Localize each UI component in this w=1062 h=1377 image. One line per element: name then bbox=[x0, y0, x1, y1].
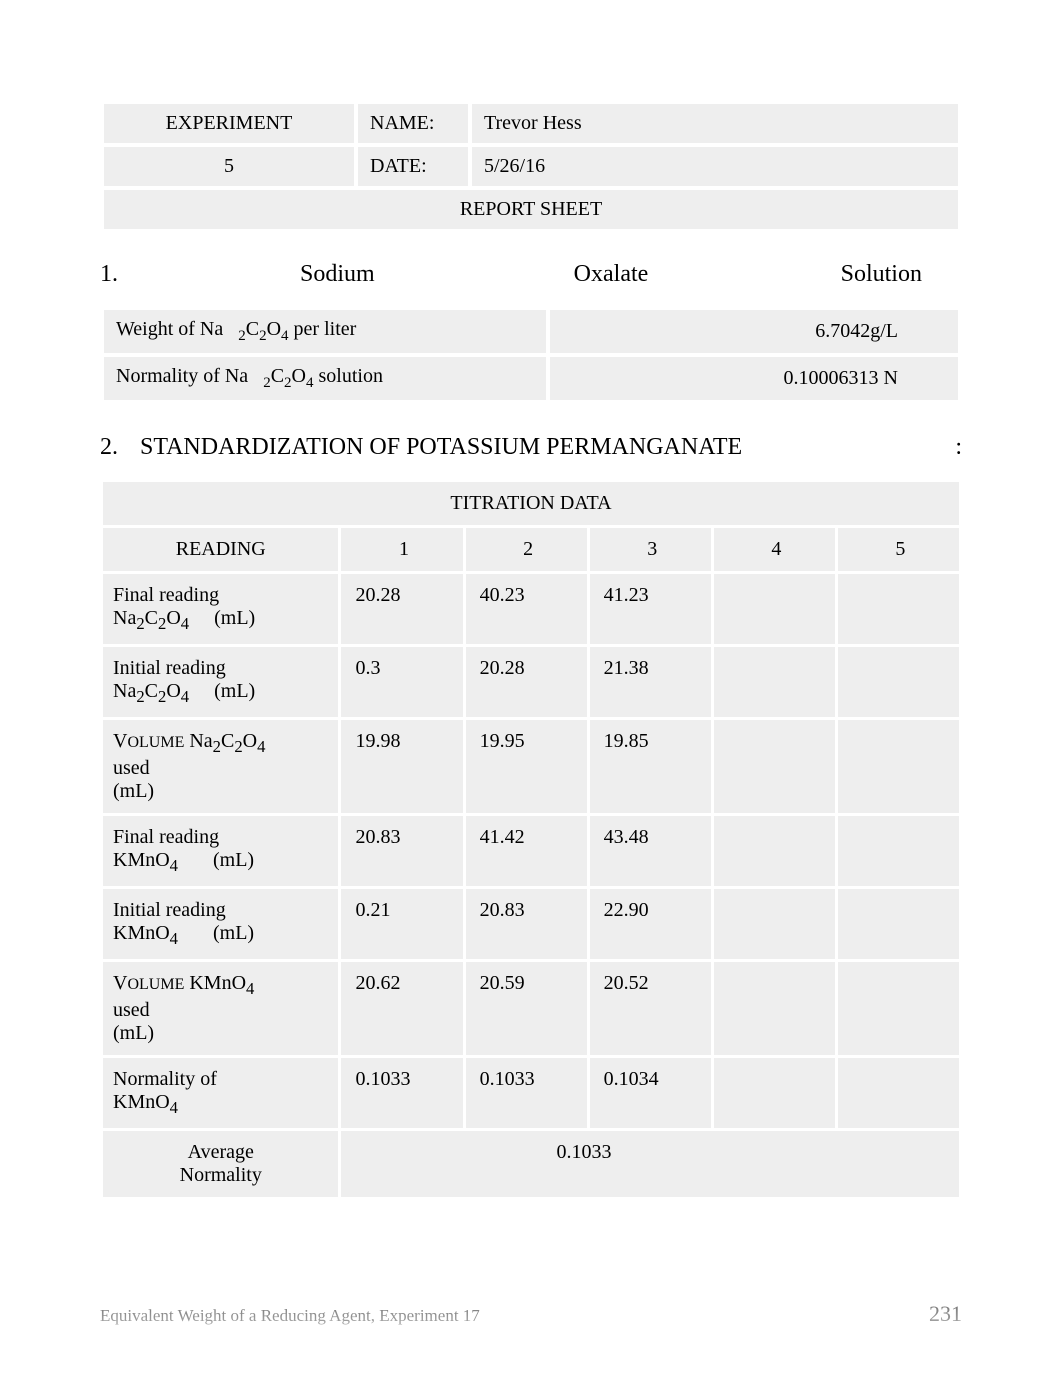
section2-number: 2. bbox=[100, 434, 140, 461]
section1-row-label: Normality of Na 2C2O4 solution bbox=[104, 357, 546, 400]
titration-cell: 19.98 bbox=[341, 720, 462, 813]
titration-cell: 41.23 bbox=[590, 574, 711, 644]
average-normality-label: AverageNormality bbox=[103, 1131, 338, 1197]
footer-left: Equivalent Weight of a Reducing Agent, E… bbox=[100, 1306, 480, 1326]
titration-cell: 21.38 bbox=[590, 647, 711, 717]
titration-row-label: Initial readingKMnO4 (mL) bbox=[103, 889, 338, 959]
page-number: 231 bbox=[929, 1301, 962, 1327]
titration-cell: 20.28 bbox=[341, 574, 462, 644]
section2-colon: : bbox=[942, 434, 962, 461]
header-table: EXPERIMENT NAME: Trevor Hess 5 DATE: 5/2… bbox=[100, 100, 962, 233]
titration-cell bbox=[838, 574, 959, 644]
titration-cell bbox=[714, 1058, 835, 1128]
titration-cell bbox=[838, 889, 959, 959]
titration-row-label: Final readingKMnO4 (mL) bbox=[103, 816, 338, 886]
section2-title: STANDARDIZATION OF POTASSIUM PERMANGANAT… bbox=[140, 434, 942, 461]
titration-cell: 22.90 bbox=[590, 889, 711, 959]
section1-row-value: 6.7042g/L bbox=[550, 310, 958, 353]
titration-row-label: VOLUME Na2C2O4used(mL) bbox=[103, 720, 338, 813]
section1-heading: 1. Sodium Oxalate Solution bbox=[100, 261, 952, 288]
section1-row-value: 0.10006313 N bbox=[550, 357, 958, 400]
column-header: 2 bbox=[466, 528, 587, 571]
titration-cell bbox=[714, 647, 835, 717]
column-header: 4 bbox=[714, 528, 835, 571]
titration-cell: 19.95 bbox=[466, 720, 587, 813]
reading-header: READING bbox=[103, 528, 338, 571]
section1-row-label: Weight of Na 2C2O4 per liter bbox=[104, 310, 546, 353]
titration-cell bbox=[838, 1058, 959, 1128]
titration-cell: 41.42 bbox=[466, 816, 587, 886]
titration-cell: 0.1033 bbox=[466, 1058, 587, 1128]
column-header: 1 bbox=[341, 528, 462, 571]
section1-table: Weight of Na 2C2O4 per liter6.7042g/LNor… bbox=[100, 306, 962, 404]
section1-word-solution: Solution bbox=[715, 261, 952, 288]
page-footer: Equivalent Weight of a Reducing Agent, E… bbox=[100, 1301, 962, 1327]
column-header: 5 bbox=[838, 528, 959, 571]
titration-cell: 43.48 bbox=[590, 816, 711, 886]
titration-cell bbox=[838, 720, 959, 813]
titration-cell bbox=[838, 816, 959, 886]
titration-title: TITRATION DATA bbox=[103, 482, 959, 525]
titration-cell: 20.62 bbox=[341, 962, 462, 1055]
experiment-label: EXPERIMENT bbox=[104, 104, 354, 143]
titration-cell: 20.52 bbox=[590, 962, 711, 1055]
titration-cell: 20.28 bbox=[466, 647, 587, 717]
titration-cell bbox=[714, 889, 835, 959]
name-label: NAME: bbox=[358, 104, 468, 143]
name-value: Trevor Hess bbox=[472, 104, 958, 143]
titration-cell bbox=[714, 720, 835, 813]
titration-table: TITRATION DATA READING12345 Final readin… bbox=[100, 479, 962, 1200]
titration-cell: 0.1033 bbox=[341, 1058, 462, 1128]
section1-word-sodium: Sodium bbox=[150, 261, 507, 288]
report-sheet-label: REPORT SHEET bbox=[104, 190, 958, 229]
titration-cell bbox=[714, 962, 835, 1055]
titration-cell: 40.23 bbox=[466, 574, 587, 644]
section1-word-oxalate: Oxalate bbox=[507, 261, 714, 288]
titration-cell bbox=[838, 647, 959, 717]
average-normality-value: 0.1033 bbox=[341, 1131, 959, 1197]
titration-cell: 0.3 bbox=[341, 647, 462, 717]
titration-cell bbox=[838, 962, 959, 1055]
titration-cell: 20.59 bbox=[466, 962, 587, 1055]
titration-cell bbox=[714, 574, 835, 644]
titration-cell: 20.83 bbox=[466, 889, 587, 959]
titration-cell: 0.21 bbox=[341, 889, 462, 959]
column-header: 3 bbox=[590, 528, 711, 571]
date-value: 5/26/16 bbox=[472, 147, 958, 186]
titration-cell bbox=[714, 816, 835, 886]
experiment-number: 5 bbox=[104, 147, 354, 186]
titration-cell: 0.1034 bbox=[590, 1058, 711, 1128]
titration-row-label: Final readingNa2C2O4 (mL) bbox=[103, 574, 338, 644]
section1-number: 1. bbox=[100, 261, 150, 288]
titration-row-label: Initial readingNa2C2O4 (mL) bbox=[103, 647, 338, 717]
titration-row-label: Normality ofKMnO4 bbox=[103, 1058, 338, 1128]
section2-heading: 2. STANDARDIZATION OF POTASSIUM PERMANGA… bbox=[100, 434, 962, 461]
titration-row-label: VOLUME KMnO4used(mL) bbox=[103, 962, 338, 1055]
titration-cell: 19.85 bbox=[590, 720, 711, 813]
titration-cell: 20.83 bbox=[341, 816, 462, 886]
date-label: DATE: bbox=[358, 147, 468, 186]
